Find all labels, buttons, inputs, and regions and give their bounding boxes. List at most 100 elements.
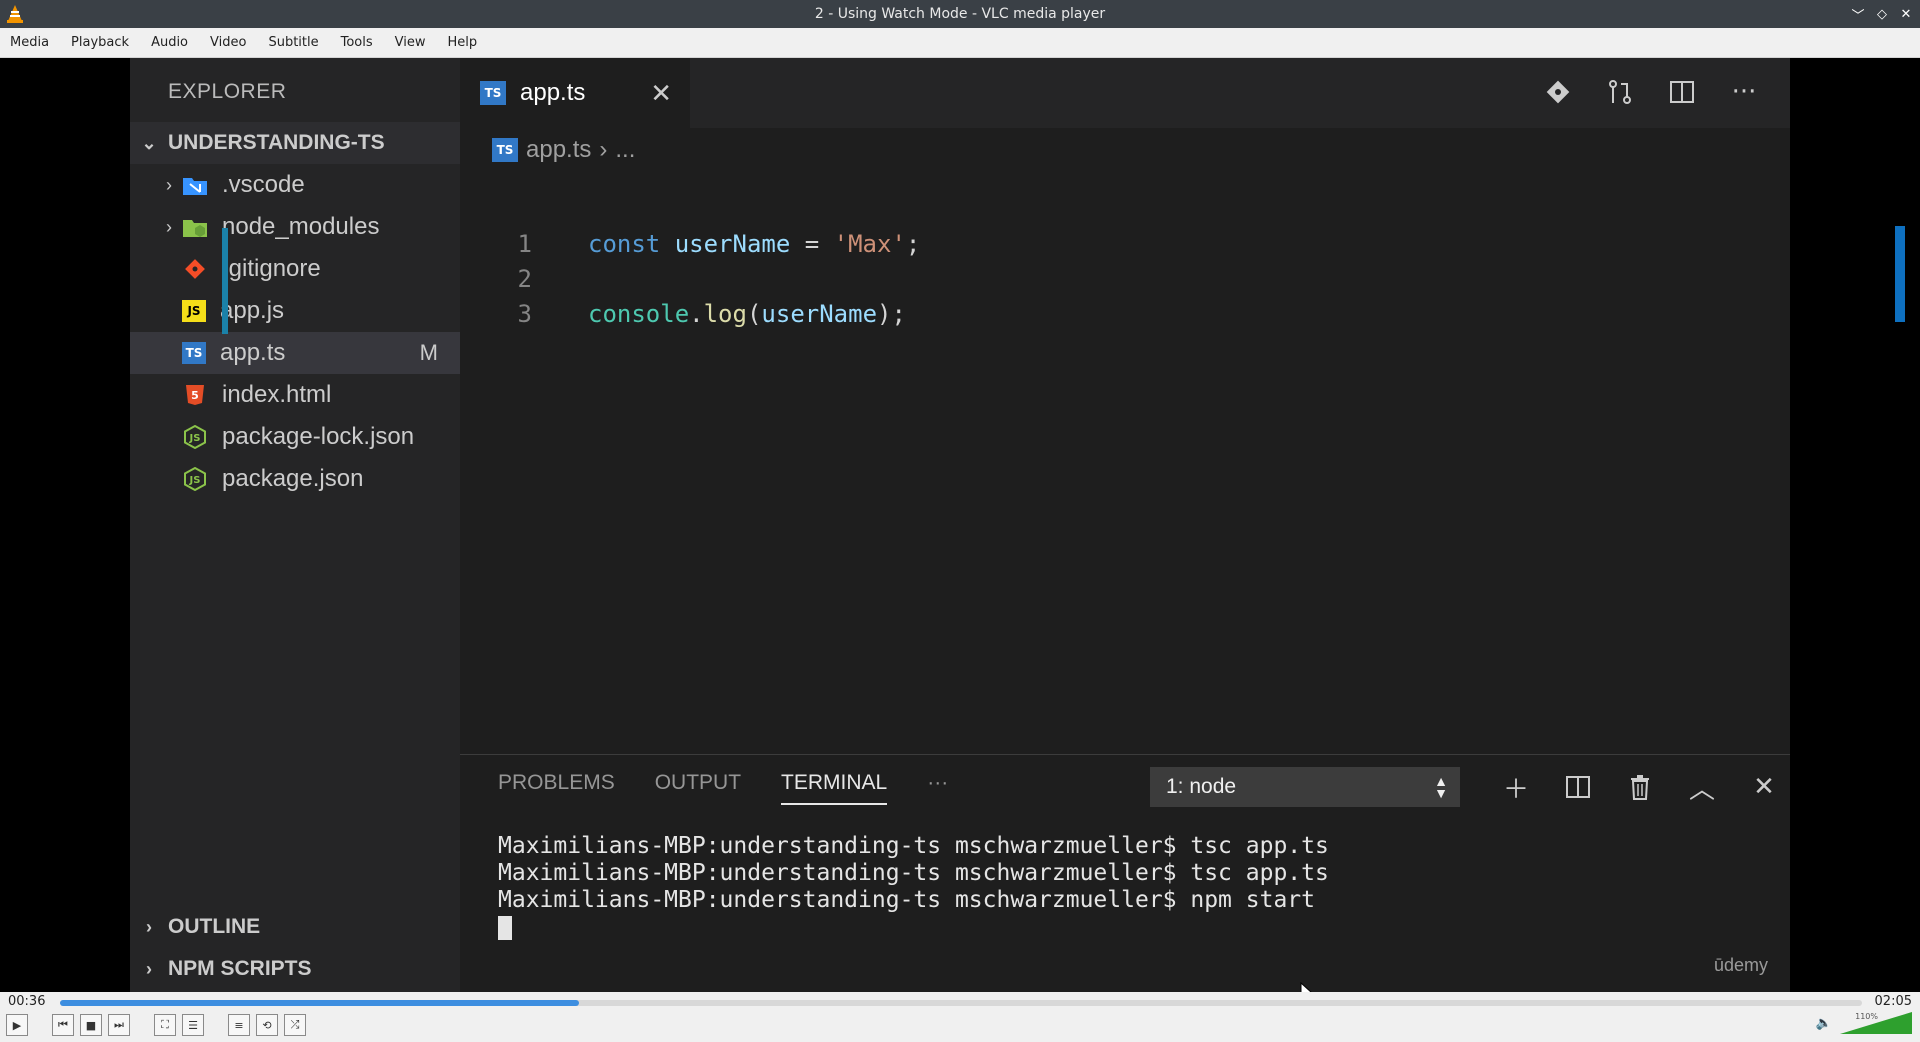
tab-app-ts: TS app.ts ✕ [460, 58, 690, 128]
file-label: index.html [222, 381, 332, 408]
editor-tab-bar: TS app.ts ✕ ··· [460, 58, 1790, 128]
more-icon: ··· [1731, 77, 1757, 107]
maximize-icon[interactable]: ◇ [1874, 6, 1890, 22]
line-number: 1 [517, 229, 532, 258]
trash-icon [1624, 767, 1656, 807]
close-window-icon[interactable]: ✕ [1898, 6, 1914, 22]
project-name: UNDERSTANDING-TS [168, 131, 385, 154]
tab-problems: PROBLEMS [498, 771, 615, 794]
shuffle-button[interactable]: ⤮ [284, 1014, 306, 1036]
code-line: 2 [460, 261, 540, 296]
terminal-select: 1: node ▲ ▼ [1150, 767, 1460, 807]
menu-help[interactable]: Help [448, 35, 478, 50]
tree-item-app-js: JS app.js [130, 290, 460, 332]
tab-terminal: TERMINAL [781, 771, 888, 805]
volume-slider[interactable] [1840, 1012, 1912, 1034]
tree-item-index-html: 5 index.html [130, 374, 460, 416]
menu-tools[interactable]: Tools [341, 35, 373, 50]
chevron-right-icon: › [146, 916, 152, 937]
git-compare-icon [1542, 76, 1574, 108]
close-icon: ✕ [650, 77, 672, 108]
file-label: .gitignore [222, 255, 321, 282]
file-label: app.js [220, 297, 285, 324]
vscode-frame: EXPLORER ⌄ UNDERSTANDING-TS › .vscode › … [130, 58, 1905, 992]
window-controls: ﹀ ◇ ✕ [1850, 0, 1914, 28]
bottom-panel: PROBLEMS OUTPUT TERMINAL ··· 1: node ▲ ▼ … [460, 754, 1790, 992]
previous-button[interactable]: ⏮ [52, 1014, 74, 1036]
video-area[interactable]: EXPLORER ⌄ UNDERSTANDING-TS › .vscode › … [0, 58, 1920, 992]
tab-output: OUTPUT [654, 771, 742, 794]
code-line: 3 console.log(userName); [460, 296, 906, 331]
tree-item-app-ts: TS app.ts M [130, 332, 460, 374]
ts-icon: TS [492, 138, 518, 162]
vlc-cone-icon [7, 5, 23, 23]
tab-label: app.ts [520, 79, 586, 106]
tree-item-node-modules: › node_modules [130, 206, 460, 248]
close-icon: ✕ [1753, 772, 1775, 802]
outline-section: › OUTLINE [130, 906, 460, 948]
code-editor: 1 const userName = 'Max'; 2 3 console.lo… [460, 170, 1790, 810]
breadcrumb-file: app.ts [526, 136, 592, 163]
menu-view[interactable]: View [395, 35, 426, 50]
breadcrumb: TS app.ts › ... [492, 132, 635, 168]
seek-bar[interactable] [60, 1000, 1862, 1006]
js-icon: JS [182, 300, 206, 322]
fullscreen-button[interactable]: ⛶ [154, 1014, 176, 1036]
editor-actions: ··· [1542, 76, 1760, 108]
npm-icon: JS [182, 467, 208, 491]
file-label: app.ts [220, 339, 286, 366]
minimize-icon[interactable]: ﹀ [1850, 6, 1866, 24]
chevron-right-icon: › [166, 216, 172, 237]
svg-text:5: 5 [191, 389, 199, 402]
chevron-right-icon: › [146, 958, 152, 979]
breadcrumb-more: ... [615, 136, 636, 163]
menu-media[interactable]: Media [10, 35, 49, 50]
ts-icon: TS [480, 81, 506, 105]
npm-scripts-section: › NPM SCRIPTS [130, 948, 460, 990]
node-folder-icon [182, 215, 208, 239]
menu-subtitle[interactable]: Subtitle [268, 35, 318, 50]
outline-label: OUTLINE [168, 915, 261, 938]
play-button[interactable]: ▶ [6, 1014, 28, 1036]
plus-icon: ＋ [1502, 774, 1529, 805]
code-line: 1 const userName = 'Max'; [460, 226, 921, 261]
line-number: 2 [517, 264, 532, 293]
select-arrows-icon: ▲ ▼ [1434, 773, 1448, 801]
terminal-select-value: 1: node [1166, 775, 1237, 798]
window-title: 2 - Using Watch Mode - VLC media player [814, 6, 1106, 22]
menu-bar: Media Playback Audio Video Subtitle Tool… [0, 28, 1920, 58]
loop-button[interactable]: ⟲ [256, 1014, 278, 1036]
playlist-button[interactable]: ≡ [228, 1014, 250, 1036]
seek-progress [60, 1000, 579, 1006]
terminal-line: Maximilians-MBP:understanding-ts mschwar… [498, 887, 1315, 913]
split-terminal-icon [1562, 767, 1594, 807]
speaker-icon[interactable]: 🔈 [1816, 1016, 1832, 1031]
project-section: ⌄ UNDERSTANDING-TS [130, 122, 460, 164]
next-button[interactable]: ⏭ [108, 1014, 130, 1036]
split-editor-icon [1666, 76, 1698, 108]
menu-video[interactable]: Video [210, 35, 246, 50]
ts-icon: TS [182, 342, 206, 364]
extended-settings-button[interactable]: ☰ [182, 1014, 204, 1036]
terminal-output: Maximilians-MBP:understanding-ts mschwar… [498, 833, 1329, 941]
stop-button[interactable]: ■ [80, 1014, 102, 1036]
file-label: package-lock.json [222, 423, 415, 450]
playback-controls: 00:36 02:05 ▶ ⏮ ■ ⏭ ⛶ ☰ ≡ ⟲ ⤮ 110% 🔈 [0, 992, 1920, 1042]
file-label: node_modules [222, 213, 380, 240]
menu-audio[interactable]: Audio [151, 35, 188, 50]
modified-badge: M [419, 340, 438, 365]
terminal-cursor [498, 915, 512, 940]
volume-control: 🔈 [1816, 1012, 1912, 1034]
menu-playback[interactable]: Playback [71, 35, 129, 50]
title-bar: 2 - Using Watch Mode - VLC media player … [0, 0, 1920, 28]
terminal-line: Maximilians-MBP:understanding-ts mschwar… [498, 833, 1329, 859]
tree-item-gitignore: .gitignore [130, 248, 460, 290]
panel-actions: ＋ ︿ ✕ [1500, 767, 1780, 807]
tree-item-package-json: JS package.json [130, 458, 460, 500]
tree-item-package-lock: JS package-lock.json [130, 416, 460, 458]
open-changes-icon [1604, 76, 1636, 108]
udemy-watermark: ūdemy [1713, 955, 1768, 975]
chevron-up-icon: ︿ [1688, 774, 1715, 805]
elapsed-time: 00:36 [8, 994, 46, 1009]
total-time: 02:05 [1874, 994, 1912, 1009]
